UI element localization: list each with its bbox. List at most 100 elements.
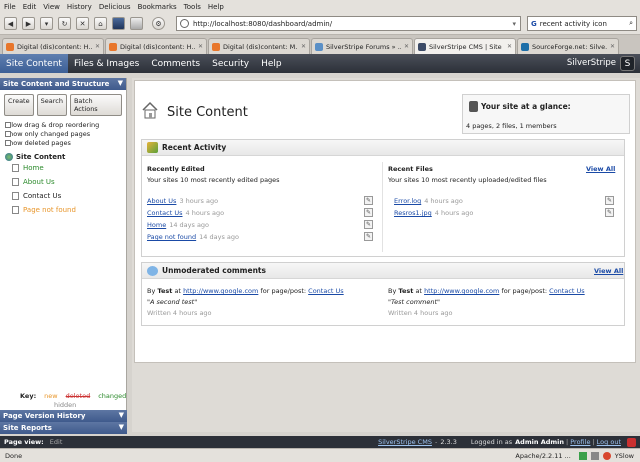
edit-icon[interactable]: ✎ xyxy=(605,208,614,217)
logout-link[interactable]: Log out xyxy=(597,438,621,446)
batch-actions-button[interactable]: Batch Actions xyxy=(69,94,122,116)
tab-help[interactable]: Help xyxy=(255,54,288,73)
create-button[interactable]: Create xyxy=(4,94,34,116)
firebug-icon[interactable] xyxy=(602,451,611,460)
file-link[interactable]: Error.log xyxy=(394,197,421,205)
stop-button[interactable]: ✕ xyxy=(76,17,89,30)
tree-item[interactable]: Home xyxy=(0,161,126,175)
screenshot-icon[interactable] xyxy=(130,17,143,30)
menu-view[interactable]: View xyxy=(43,3,60,11)
cms-product-link[interactable]: SilverStripe CMS xyxy=(378,438,432,446)
files-view-all-link[interactable]: View All xyxy=(586,165,615,173)
panel-page-version-history[interactable]: Page Version History ▼ xyxy=(0,410,127,422)
tree-item[interactable]: Contact Us xyxy=(0,189,126,203)
checkbox-box[interactable] xyxy=(5,121,11,128)
menu-tools[interactable]: Tools xyxy=(184,3,201,11)
tree-item[interactable]: About Us xyxy=(0,175,126,189)
tab-comments[interactable]: Comments xyxy=(145,54,206,73)
status-text: Done xyxy=(5,451,23,460)
bug-icon[interactable]: ⚙ xyxy=(152,17,165,30)
edited-time: 3 hours ago xyxy=(179,197,219,205)
menu-edit[interactable]: Edit xyxy=(23,3,37,11)
url-dropdown-icon[interactable]: ▾ xyxy=(512,20,516,28)
close-tab-icon[interactable]: ✕ xyxy=(301,43,306,50)
close-tab-icon[interactable]: ✕ xyxy=(404,43,409,50)
separator: | xyxy=(566,438,569,446)
comment-item: By Test at http://www.google.com for pag… xyxy=(388,287,618,317)
comment-page-link[interactable]: Contact Us xyxy=(308,287,344,295)
browser-tab[interactable]: SilverStripe CMS | Site ... ✕ xyxy=(414,38,516,54)
comment-author: Test xyxy=(157,287,173,295)
expand-arrow-icon[interactable]: ▼ xyxy=(119,411,124,419)
close-tab-icon[interactable]: ✕ xyxy=(95,43,100,50)
edit-icon[interactable]: ✎ xyxy=(605,196,614,205)
edited-page-link[interactable]: About Us xyxy=(147,197,176,205)
close-tab-icon[interactable]: ✕ xyxy=(610,43,615,50)
tree-root[interactable]: Site Content xyxy=(0,153,126,161)
tab-favicon-icon xyxy=(315,42,323,51)
edit-icon[interactable]: ✎ xyxy=(364,208,373,217)
tab-favicon-icon xyxy=(418,42,426,51)
menu-bookmarks[interactable]: Bookmarks xyxy=(138,3,177,11)
browser-tab[interactable]: Digital (dis)content: H... ✕ xyxy=(2,38,104,54)
edit-icon[interactable]: ✎ xyxy=(364,196,373,205)
expand-arrow-icon[interactable]: ▼ xyxy=(119,423,124,431)
addon-status-icon[interactable] xyxy=(590,451,599,460)
search-engine-icon[interactable]: G xyxy=(531,20,537,28)
menu-history[interactable]: History xyxy=(67,3,92,11)
checkbox-drag-drop[interactable]: Allow drag & drop reordering xyxy=(0,120,126,129)
tab-files-images[interactable]: Files & Images xyxy=(68,54,145,73)
panel-site-reports[interactable]: Site Reports ▼ xyxy=(0,422,127,434)
close-tab-icon[interactable]: ✕ xyxy=(507,43,512,50)
comment-url-link[interactable]: http://www.google.com xyxy=(424,287,499,295)
search-input[interactable]: G recent activity icon ⌕ xyxy=(527,16,637,31)
browser-tab[interactable]: SilverStripe Forums » ... ✕ xyxy=(311,38,413,54)
edited-page-link[interactable]: Contact Us xyxy=(147,209,183,217)
menu-delicious[interactable]: Delicious xyxy=(99,3,131,11)
browser-navbar: ◀ ▶ ▾ ↻ ✕ ⌂ ⚙ http://localhost:8080/dash… xyxy=(0,13,640,35)
house-icon xyxy=(141,101,159,119)
addon-status-icon[interactable] xyxy=(578,451,587,460)
edited-page-link[interactable]: Home xyxy=(147,221,166,229)
search-icon[interactable]: ⌕ xyxy=(629,19,633,28)
checkbox-changed-pages[interactable]: Show only changed pages xyxy=(0,129,126,138)
comment-url-link[interactable]: http://www.google.com xyxy=(183,287,258,295)
edit-icon[interactable]: ✎ xyxy=(364,232,373,241)
file-link[interactable]: Resros1.jpg xyxy=(394,209,432,217)
page-view-label: Page view: xyxy=(4,438,44,446)
close-tab-icon[interactable]: ✕ xyxy=(198,43,203,50)
forward-button[interactable]: ▶ xyxy=(22,17,35,30)
tab-favicon-icon xyxy=(212,42,220,51)
tab-site-content[interactable]: Site Content xyxy=(0,54,68,73)
panel-title-site-content[interactable]: Site Content and Structure ▼ xyxy=(0,78,126,90)
menu-help[interactable]: Help xyxy=(208,3,224,11)
edit-icon[interactable]: ✎ xyxy=(364,220,373,229)
home-button[interactable]: ⌂ xyxy=(94,17,107,30)
back-button[interactable]: ◀ xyxy=(4,17,17,30)
yslow-label[interactable]: YSlow xyxy=(615,452,634,460)
legend-hidden: hidden xyxy=(54,401,77,409)
checkbox-box[interactable] xyxy=(5,139,11,146)
reload-button[interactable]: ↻ xyxy=(58,17,71,30)
checkbox-deleted-pages[interactable]: Show deleted pages xyxy=(0,138,126,147)
page-icon xyxy=(12,164,19,172)
menu-file[interactable]: File xyxy=(4,3,16,11)
addon-icon[interactable] xyxy=(112,17,125,30)
page-view-edit[interactable]: Edit xyxy=(50,438,63,446)
dropdown-history-button[interactable]: ▾ xyxy=(40,17,53,30)
browser-tab[interactable]: Digital (dis)content: M... ✕ xyxy=(208,38,310,54)
collapse-arrow-icon[interactable]: ▼ xyxy=(118,79,123,87)
comment-page-link[interactable]: Contact Us xyxy=(549,287,585,295)
tab-security[interactable]: Security xyxy=(206,54,255,73)
tree-item[interactable]: Page not found xyxy=(0,203,126,217)
comments-view-all-link[interactable]: View All xyxy=(594,267,623,275)
browser-tab[interactable]: Digital (dis)content: H... ✕ xyxy=(105,38,207,54)
url-bar[interactable]: http://localhost:8080/dashboard/admin/ ▾ xyxy=(176,16,521,31)
edited-page-link[interactable]: Page not found xyxy=(147,233,196,241)
profile-link[interactable]: Profile xyxy=(570,438,590,446)
checkbox-box[interactable] xyxy=(5,130,11,137)
search-button[interactable]: Search xyxy=(36,94,67,116)
left-panel: Site Content and Structure ▼ Create Sear… xyxy=(0,78,127,434)
browser-tab[interactable]: SourceForge.net: Silve... ✕ xyxy=(517,38,619,54)
cms-footer: Page view: Edit SilverStripe CMS - 2.3.3… xyxy=(0,436,640,448)
